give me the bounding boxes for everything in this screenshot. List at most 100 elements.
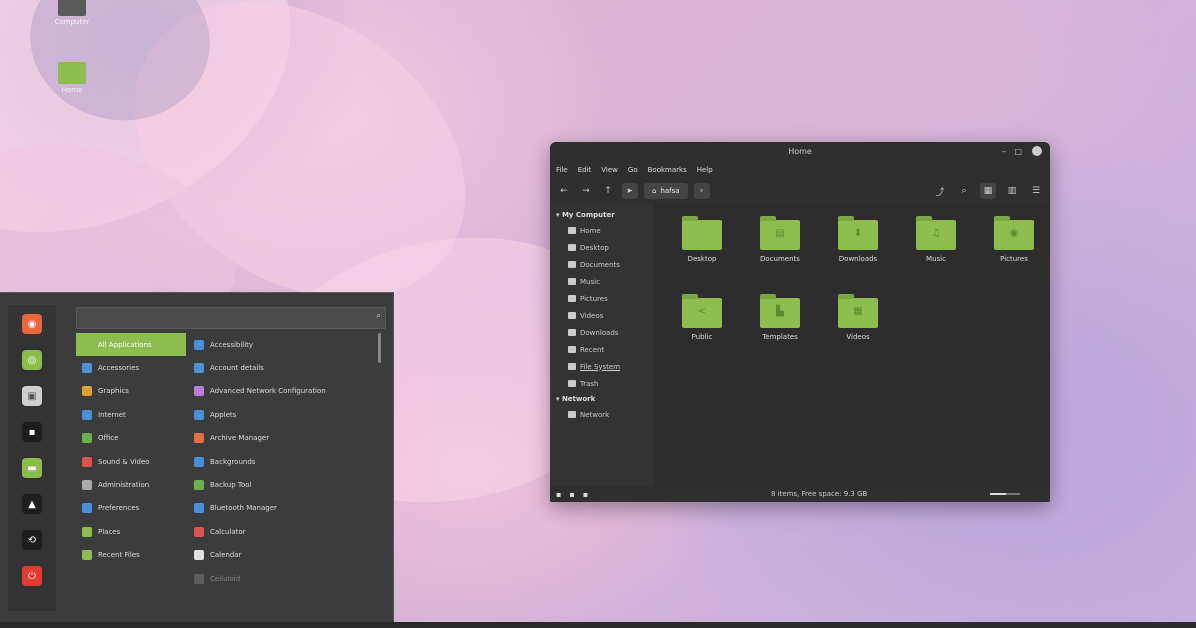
- title-bar[interactable]: Home – □: [550, 142, 1050, 162]
- scrollbar[interactable]: [378, 333, 381, 363]
- breadcrumb[interactable]: ⌂ hafsa: [644, 183, 688, 199]
- network-config-icon: [194, 386, 204, 397]
- sidebar-item-file-system[interactable]: File System: [550, 358, 654, 375]
- up-icon[interactable]: ↑: [600, 183, 616, 199]
- menu-go[interactable]: Go: [628, 166, 638, 174]
- terminal-icon[interactable]: ⤴: [932, 183, 948, 199]
- folder-pictures[interactable]: ◉ Pictures: [979, 216, 1049, 263]
- sidebar-item-videos[interactable]: Videos: [550, 307, 654, 324]
- firefox-icon[interactable]: ◉: [22, 314, 42, 334]
- menu-help[interactable]: Help: [697, 166, 713, 174]
- menu-edit[interactable]: Edit: [578, 166, 592, 174]
- category-preferences[interactable]: Preferences: [76, 497, 186, 520]
- icon-view-icon[interactable]: ▦: [980, 183, 996, 199]
- folder-icon: [682, 216, 722, 250]
- toolbar-right: ⤴ ⌕ ▦ ▥ ☰: [932, 183, 1044, 199]
- category-all-applications[interactable]: All Applications: [76, 333, 186, 357]
- sidebar-item-pictures[interactable]: Pictures: [550, 290, 654, 307]
- sidebar: ▾ My Computer Home Desktop Documents Mus…: [550, 204, 654, 486]
- app-backup-tool[interactable]: Backup Tool: [190, 473, 375, 496]
- logout-icon[interactable]: ⟲: [22, 530, 42, 550]
- folder-public[interactable]: < Public: [667, 294, 737, 341]
- documents-icon: [568, 261, 576, 268]
- archive-icon: [194, 433, 204, 444]
- folder-label: Public: [691, 333, 713, 341]
- app-calendar[interactable]: Calendar: [190, 544, 375, 567]
- drive-icon: [568, 363, 576, 370]
- app-calculator[interactable]: Calculator: [190, 520, 375, 543]
- power-icon[interactable]: ⏻: [22, 566, 42, 586]
- sidebar-item-desktop[interactable]: Desktop: [550, 239, 654, 256]
- app-applets[interactable]: Applets: [190, 403, 375, 426]
- desktop-icon-home[interactable]: Home: [52, 62, 92, 94]
- internet-icon: [82, 409, 92, 420]
- lock-icon[interactable]: ▲: [22, 494, 42, 514]
- folder-templates[interactable]: ▙ Templates: [745, 294, 815, 341]
- folder-music[interactable]: ♫ Music: [901, 216, 971, 263]
- sidebar-item-network[interactable]: Network: [550, 406, 654, 423]
- pictures-icon: [568, 295, 576, 302]
- sidebar-item-downloads[interactable]: Downloads: [550, 324, 654, 341]
- files-icon[interactable]: ▬: [22, 458, 42, 478]
- sidebar-item-home[interactable]: Home: [550, 222, 654, 239]
- status-bar: ▪ ▪ ▪ 8 items, Free space: 9.3 GB: [550, 486, 1050, 502]
- menu-bookmarks[interactable]: Bookmarks: [648, 166, 687, 174]
- compact-view-icon[interactable]: ☰: [1028, 183, 1044, 199]
- terminal-icon[interactable]: ▪: [22, 422, 42, 442]
- forward-icon[interactable]: →: [578, 183, 594, 199]
- category-internet[interactable]: Internet: [76, 403, 186, 426]
- category-office[interactable]: Office: [76, 427, 186, 450]
- minimize-icon[interactable]: –: [1002, 147, 1006, 156]
- maximize-icon[interactable]: □: [1014, 147, 1022, 156]
- backgrounds-icon: [194, 456, 204, 467]
- folder-label: Videos: [846, 333, 870, 341]
- app-advanced-network-configuration[interactable]: Advanced Network Configuration: [190, 380, 375, 403]
- places-folder-icon: [82, 526, 92, 537]
- category-accessories[interactable]: Accessories: [76, 356, 186, 379]
- close-icon[interactable]: [1032, 146, 1042, 156]
- accessories-icon: [82, 363, 92, 374]
- app-archive-manager[interactable]: Archive Manager: [190, 427, 375, 450]
- home-icon: [568, 227, 576, 234]
- app-celluloid[interactable]: Celluloid: [190, 567, 375, 590]
- category-recent-files[interactable]: Recent Files: [76, 544, 186, 567]
- desktop-icon-label: Computer: [54, 18, 90, 26]
- desktop-icon-computer[interactable]: Computer: [52, 0, 92, 26]
- category-places[interactable]: Places: [76, 520, 186, 543]
- sidebar-item-music[interactable]: Music: [550, 273, 654, 290]
- category-administration[interactable]: Administration: [76, 473, 186, 496]
- pictures-folder-icon: ◉: [994, 216, 1034, 250]
- zoom-slider[interactable]: [990, 493, 1020, 495]
- toggle-location-icon[interactable]: ▸: [622, 183, 638, 199]
- account-icon: [194, 363, 204, 374]
- status-text: 8 items, Free space: 9.3 GB: [770, 490, 868, 498]
- app-account-details[interactable]: Account details: [190, 356, 375, 379]
- tree-icon[interactable]: ▪: [569, 490, 574, 499]
- folder-videos[interactable]: ▦ Videos: [823, 294, 893, 341]
- music-folder-icon: ♫: [916, 216, 956, 250]
- search-input[interactable]: ⌕: [76, 307, 386, 329]
- search-icon[interactable]: ⌕: [956, 183, 972, 199]
- category-sound-video[interactable]: Sound & Video: [76, 450, 186, 473]
- menu-view[interactable]: View: [601, 166, 618, 174]
- folder-downloads[interactable]: ⬇ Downloads: [823, 216, 893, 263]
- sidebar-heading-my-computer[interactable]: ▾ My Computer: [550, 208, 654, 222]
- folder-documents[interactable]: ▤ Documents: [745, 216, 815, 263]
- menu-file[interactable]: File: [556, 166, 568, 174]
- sidebar-heading-network[interactable]: ▾ Network: [550, 392, 654, 406]
- app-backgrounds[interactable]: Backgrounds: [190, 450, 375, 473]
- category-graphics[interactable]: Graphics: [76, 380, 186, 403]
- applets-icon: [194, 409, 204, 420]
- settings-icon[interactable]: ▣: [22, 386, 42, 406]
- breadcrumb-next-icon[interactable]: ›: [693, 183, 710, 199]
- app-bluetooth-manager[interactable]: Bluetooth Manager: [190, 497, 375, 520]
- sidebar-item-trash[interactable]: Trash: [550, 375, 654, 392]
- places-icon[interactable]: ▪: [556, 490, 561, 499]
- list-view-icon[interactable]: ▥: [1004, 183, 1020, 199]
- sidebar-item-recent[interactable]: Recent: [550, 341, 654, 358]
- sidebar-item-documents[interactable]: Documents: [550, 256, 654, 273]
- app-accessibility[interactable]: Accessibility: [190, 333, 375, 356]
- back-icon[interactable]: ←: [556, 183, 572, 199]
- folder-desktop[interactable]: Desktop: [667, 216, 737, 263]
- software-manager-icon[interactable]: ◎: [22, 350, 42, 370]
